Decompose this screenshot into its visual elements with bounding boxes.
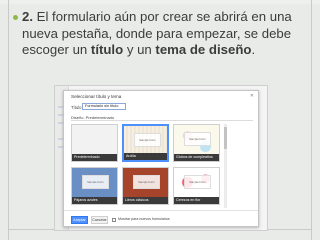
slide-text-part-3: .: [251, 42, 256, 57]
step-number: 2.: [22, 9, 33, 24]
theme-caption: Predeterminado: [72, 154, 117, 161]
theme-sample: Sample Form: [82, 175, 109, 189]
show-for-new-forms-checkbox[interactable]: [112, 218, 116, 222]
slide-bold-theme: tema de diseño: [155, 42, 252, 57]
slide-frame-left: [8, 0, 9, 240]
theme-scrollbar-thumb[interactable]: [224, 127, 227, 149]
theme-tile-clay[interactable]: Sample Form Arcilla: [122, 124, 169, 162]
theme-caption: Libros clásicos: [123, 197, 168, 204]
embedded-screenshot: Seleccionar título y tema ✕ Título Formu…: [54, 85, 268, 231]
theme-sample: Sample Form: [184, 132, 211, 146]
theme-sample: Sample Form: [134, 133, 161, 147]
bullet-icon: [13, 15, 18, 20]
theme-tile-default[interactable]: Predeterminado: [71, 124, 118, 162]
theme-caption: Globos de cumpleaños: [174, 154, 219, 161]
theme-caption: Cerezos en flor: [174, 197, 219, 204]
cancel-button[interactable]: Cancelar: [91, 216, 108, 224]
title-label: Título: [71, 105, 82, 110]
slide-bold-title: título: [90, 42, 124, 57]
accept-button[interactable]: Aceptar: [71, 216, 88, 224]
theme-sample: Sample Form: [184, 175, 211, 189]
dialog-footer: Aceptar Cancelar Mostrar para nuevos for…: [64, 210, 258, 227]
theme-tile-classic-books[interactable]: Sample Form Libros clásicos: [122, 167, 169, 205]
checkbox-label: Mostrar para nuevos formularios: [118, 217, 170, 221]
theme-tile-cherry-blossoms[interactable]: Sample Form Cerezos en flor: [173, 167, 220, 205]
close-icon[interactable]: ✕: [250, 93, 254, 99]
theme-caption: Arcilla: [124, 153, 167, 160]
slide-text-part-2: y un: [123, 42, 156, 57]
theme-sample: Sample Form: [133, 175, 160, 189]
slide-top-band: [0, 0, 320, 4]
theme-divider: [71, 120, 253, 121]
dialog-title: Seleccionar título y tema: [71, 94, 122, 99]
select-title-theme-dialog: Seleccionar título y tema ✕ Título Formu…: [63, 90, 259, 227]
theme-tile-blue-birds[interactable]: Sample Form Pájaros azules: [71, 167, 118, 205]
theme-caption: Pájaros azules: [72, 197, 117, 204]
theme-tile-birthday-balloons[interactable]: Sample Form Globos de cumpleaños: [173, 124, 220, 162]
slide-paragraph: 2. El formulario aún por crear se abrirá…: [22, 9, 312, 59]
title-input[interactable]: Formulario sin título: [82, 103, 126, 110]
